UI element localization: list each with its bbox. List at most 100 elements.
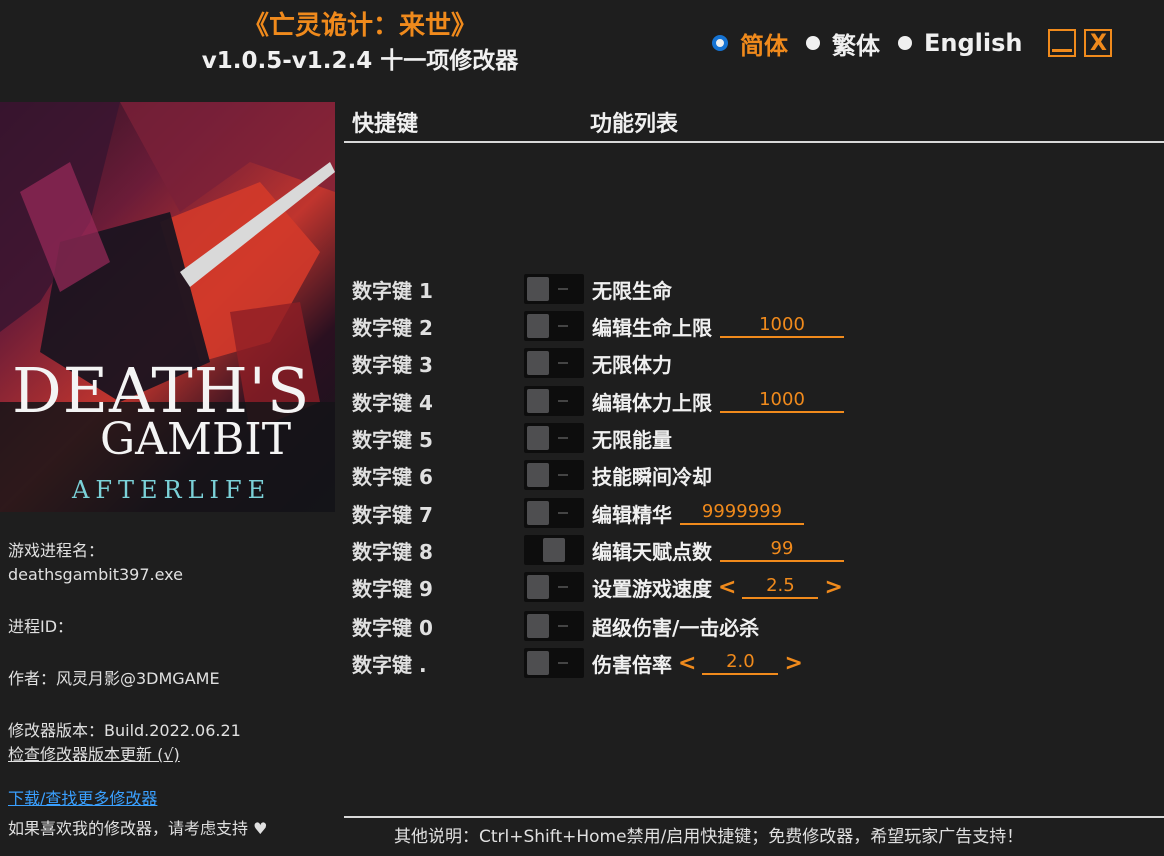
value-input[interactable]: 99 [720, 538, 844, 562]
cheat-row: 数字键 5 无限能量 [352, 421, 1152, 455]
cheat-toggle[interactable] [524, 311, 584, 341]
author-text: 作者：风灵月影@3DMGAME [8, 669, 220, 688]
cheat-row: 数字键 6 技能瞬间冷却 [352, 458, 1152, 492]
cheat-toggle[interactable] [524, 648, 584, 678]
cheat-label: 编辑精华 [592, 502, 672, 527]
process-name-value: deathsgambit397.exe [8, 565, 183, 584]
close-icon: X [1090, 30, 1107, 56]
check-update-link[interactable]: 检查修改器版本更新 (√) [8, 744, 180, 766]
cheat-row: 数字键 3 无限体力 [352, 346, 1152, 380]
cheat-label: 伤害倍率 [592, 652, 672, 677]
toggle-track-mark [558, 586, 568, 588]
toggle-knob [527, 614, 549, 638]
lang-english[interactable]: English [898, 29, 1022, 57]
cheat-toggle[interactable] [524, 348, 584, 378]
value-input[interactable]: 2.5 [742, 575, 819, 599]
cheat-label: 设置游戏速度 [592, 576, 712, 601]
header-divider [344, 141, 1164, 143]
cheat-label: 技能瞬间冷却 [592, 464, 712, 489]
hotkey-label: 数字键 1 [352, 278, 433, 303]
cheat-row: 数字键 4 编辑体力上限 1000 [352, 384, 1152, 418]
radio-icon [898, 36, 912, 50]
radio-icon [806, 36, 820, 50]
cheat-toggle[interactable] [524, 498, 584, 528]
toggle-knob [527, 426, 549, 450]
minimize-button[interactable] [1048, 29, 1077, 57]
increase-arrow-button[interactable]: > [824, 575, 842, 600]
cheat-toggle[interactable] [524, 611, 584, 641]
cheat-row: 数字键 1 无限生命 [352, 272, 1152, 306]
hotkey-label: 数字键 . [352, 652, 427, 677]
cheat-label: 无限体力 [592, 352, 672, 377]
cheat-label: 编辑天赋点数 [592, 539, 712, 564]
cheat-label: 无限生命 [592, 278, 672, 303]
game-cover-image: DEATH'S GAMBIT AFTERLIFE [0, 102, 335, 512]
toggle-knob [527, 351, 549, 375]
cheat-row: 数字键 . 伤害倍率 < 2.0 > [352, 646, 1152, 680]
toggle-knob [527, 651, 549, 675]
increase-arrow-button[interactable]: > [784, 651, 802, 676]
app-title: 《亡灵诡计：来世》 [242, 11, 477, 41]
toggle-knob [543, 538, 565, 562]
hotkey-label: 数字键 7 [352, 502, 433, 527]
download-more-link[interactable]: 下载/查找更多修改器 [8, 788, 157, 810]
features-column-header: 功能列表 [590, 112, 679, 137]
lang-label: 简体 [740, 31, 788, 60]
cheat-toggle[interactable] [524, 386, 584, 416]
toggle-track-mark [558, 512, 568, 514]
toggle-knob [527, 575, 549, 599]
cheat-row: 数字键 2 编辑生命上限 1000 [352, 309, 1152, 343]
app-subtitle: v1.0.5-v1.2.4 十一项修改器 [201, 48, 519, 74]
cheat-row: 数字键 9 设置游戏速度 < 2.5 > [352, 570, 1152, 604]
lang-simplified[interactable]: 简体 [712, 26, 788, 61]
cheat-toggle[interactable] [524, 572, 584, 602]
footer-divider [344, 816, 1164, 818]
cheat-row: 数字键 7 编辑精华 9999999 [352, 496, 1152, 530]
footer-note: 其他说明：Ctrl+Shift+Home禁用/启用快捷键；免费修改器，希望玩家广… [394, 827, 1024, 847]
cheat-toggle[interactable] [524, 423, 584, 453]
cheat-toggle[interactable] [524, 274, 584, 304]
close-button[interactable]: X [1084, 29, 1113, 57]
toggle-knob [527, 501, 549, 525]
hotkey-label: 数字键 3 [352, 352, 433, 377]
cheat-label: 超级伤害/一击必杀 [592, 615, 760, 640]
toggle-track-mark [558, 325, 568, 327]
toggle-knob [527, 314, 549, 338]
cheat-toggle[interactable] [524, 460, 584, 490]
cover-logo-line3: AFTERLIFE [72, 476, 272, 504]
decrease-arrow-button[interactable]: < [678, 651, 696, 676]
decrease-arrow-button[interactable]: < [718, 575, 736, 600]
cheat-toggle[interactable] [524, 535, 584, 565]
hotkey-label: 数字键 8 [352, 539, 433, 564]
cheat-row: 数字键 8 编辑天赋点数 99 [352, 533, 1152, 567]
cheat-label: 编辑生命上限 [592, 315, 712, 340]
value-input[interactable]: 9999999 [680, 501, 804, 525]
process-id-label: 进程ID： [8, 617, 74, 636]
hotkey-label: 数字键 2 [352, 315, 433, 340]
toggle-knob [527, 277, 549, 301]
support-text: 如果喜欢我的修改器，请考虑支持 ♥ [8, 819, 268, 838]
lang-label: 繁体 [832, 31, 880, 60]
cover-logo-line2: GAMBIT [100, 414, 292, 465]
lang-label: English [924, 29, 1023, 57]
toggle-track-mark [558, 400, 568, 402]
value-input[interactable]: 1000 [720, 389, 844, 413]
hotkey-column-header: 快捷键 [352, 112, 419, 137]
cheat-label: 无限能量 [592, 427, 672, 452]
cheat-row: 数字键 0 超级伤害/一击必杀 [352, 609, 1152, 643]
toggle-track-mark [558, 362, 568, 364]
toggle-track-mark [558, 474, 568, 476]
toggle-track-mark [558, 625, 568, 627]
minimize-icon [1052, 48, 1073, 52]
hotkey-label: 数字键 4 [352, 390, 433, 415]
title-block: 《亡灵诡计：来世》 v1.0.5-v1.2.4 十一项修改器 [140, 8, 580, 78]
cheat-label: 编辑体力上限 [592, 390, 712, 415]
toggle-knob [527, 463, 549, 487]
radio-selected-icon [712, 35, 728, 51]
version-text: 修改器版本：Build.2022.06.21 [8, 721, 241, 740]
lang-traditional[interactable]: 繁体 [806, 26, 880, 61]
value-input[interactable]: 2.0 [702, 651, 779, 675]
process-name-label: 游戏进程名： [8, 541, 105, 560]
toggle-knob [527, 389, 549, 413]
value-input[interactable]: 1000 [720, 314, 844, 338]
